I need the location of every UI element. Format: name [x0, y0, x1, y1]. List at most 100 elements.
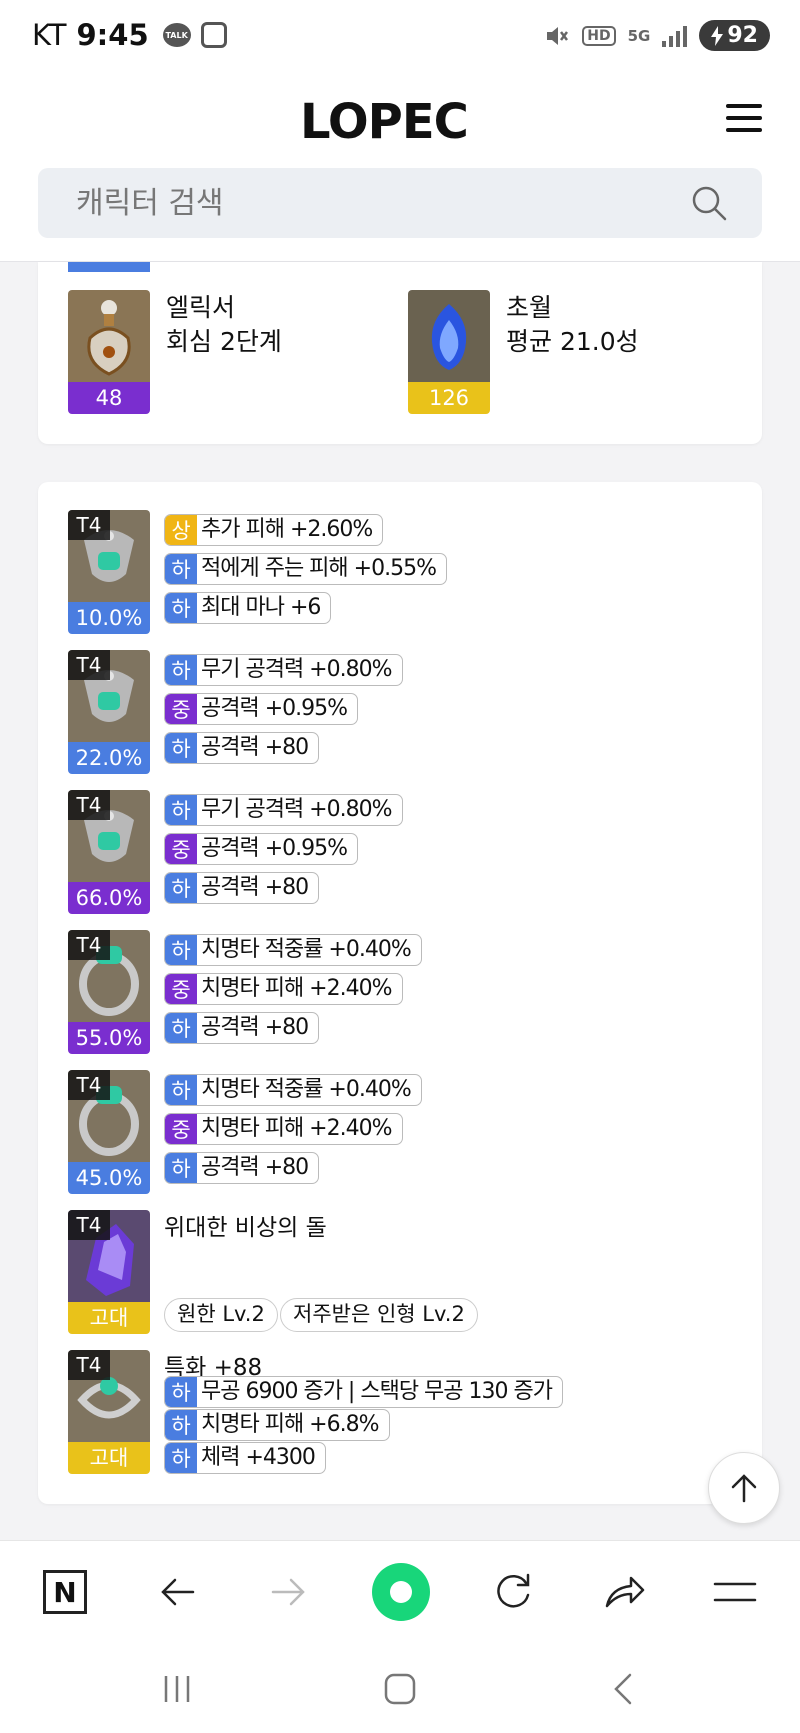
option-text: 체력 +4300 — [201, 1445, 316, 1470]
hd-icon: HD — [582, 25, 616, 46]
quality-bar: 10.0% — [68, 602, 150, 634]
character-search-bar — [38, 168, 762, 238]
kakaotalk-icon: TALK — [162, 23, 191, 47]
transcendence-detail: 평균 21.0성 — [506, 327, 639, 356]
elixir-detail: 회심 2단계 — [166, 327, 282, 356]
transcendence-tile: 126 — [408, 290, 490, 414]
tier-badge: T4 — [68, 1210, 110, 1240]
option-text: 치명타 피해 +6.8% — [201, 1412, 380, 1437]
option-text: 치명타 피해 +2.40% — [201, 976, 393, 1001]
share-button[interactable] — [596, 1563, 654, 1621]
tier-badge: T4 — [68, 1070, 110, 1100]
item-tile: T4 고대 — [68, 1210, 150, 1334]
grade-badge: 하 — [165, 554, 197, 584]
item-tile: T4 55.0% — [68, 930, 150, 1054]
system-nav-bar — [0, 1642, 800, 1733]
engraving-chip: 저주받은 인형 Lv.2 — [280, 1298, 478, 1332]
option-text: 무기 공격력 +0.80% — [201, 797, 393, 822]
option-text: 공격력 +0.95% — [201, 836, 348, 861]
grade-badge: 하 — [165, 1075, 197, 1105]
hamburger-menu-icon[interactable] — [726, 104, 762, 132]
recent-apps-icon — [164, 1676, 190, 1702]
option-text: 공격력 +80 — [201, 875, 309, 900]
arrow-right-icon — [271, 1578, 305, 1606]
grade-badge: 하 — [165, 733, 197, 763]
quality-bar: 22.0% — [68, 742, 150, 774]
tier-badge: T4 — [68, 510, 110, 540]
site-logo[interactable]: LOPEC — [300, 94, 500, 150]
option-chip: 하 치명타 피해 +6.8% — [164, 1409, 390, 1441]
home-square-icon — [384, 1673, 416, 1705]
option-text: 치명타 적중률 +0.40% — [201, 1077, 412, 1102]
option-chip: 중 치명타 피해 +2.40% — [164, 973, 403, 1005]
tier-badge: T4 — [68, 790, 110, 820]
character-search-input[interactable] — [76, 168, 676, 238]
elixir-tile: 48 — [68, 290, 150, 414]
battery-indicator: 92 — [699, 20, 770, 51]
grade-badge: 하 — [165, 935, 197, 965]
item-tile: T4 45.0% — [68, 1070, 150, 1194]
status-bar: KT 9:45 TALK HD 5G 92 — [0, 0, 800, 74]
back-button[interactable] — [148, 1563, 206, 1621]
grade-badge: 중 — [165, 974, 197, 1004]
browser-toolbar: N — [0, 1540, 800, 1642]
grade-badge: 하 — [165, 873, 197, 903]
option-chip: 하 무공 6900 증가 | 스택당 무공 130 증가 — [164, 1376, 563, 1408]
scroll-to-top-button[interactable] — [708, 1452, 780, 1524]
quality-bar: 고대 — [68, 1302, 150, 1334]
naver-home-button[interactable]: N — [36, 1563, 94, 1621]
elixir-name: 엘릭서 — [166, 293, 236, 322]
forward-button[interactable] — [260, 1563, 318, 1621]
screenshot-icon — [200, 22, 227, 48]
share-icon — [605, 1576, 645, 1608]
grade-badge: 하 — [165, 1013, 197, 1043]
option-text: 무공 6900 증가 | 스택당 무공 130 증가 — [201, 1379, 553, 1404]
green-dot-icon — [372, 1563, 430, 1621]
clipped-tile — [68, 262, 150, 272]
option-text: 적에게 주는 피해 +0.55% — [201, 556, 437, 581]
option-chip: 하 치명타 적중률 +0.40% — [164, 1074, 422, 1106]
transcendence-name: 초월 — [506, 293, 553, 322]
menu-lines-icon — [713, 1582, 757, 1602]
item-tile: T4 22.0% — [68, 650, 150, 774]
option-chip: 중 공격력 +0.95% — [164, 833, 359, 865]
engraving-chip: 원한 Lv.2 — [164, 1298, 278, 1332]
grade-badge: 하 — [165, 1153, 197, 1183]
option-chip: 하 치명타 적중률 +0.40% — [164, 934, 422, 966]
battery-level: 92 — [727, 23, 758, 48]
option-text: 공격력 +80 — [201, 1155, 309, 1180]
option-chip: 하 체력 +4300 — [164, 1442, 326, 1474]
charging-icon — [711, 25, 724, 46]
grade-badge: 하 — [165, 593, 197, 623]
stone-name: 위대한 비상의 돌 — [164, 1215, 327, 1241]
option-chip: 하 공격력 +80 — [164, 732, 320, 764]
home-button[interactable] — [375, 1664, 425, 1714]
carrier-label: KT — [32, 18, 67, 52]
mute-icon — [547, 26, 569, 45]
search-icon[interactable] — [690, 184, 728, 222]
option-text: 최대 마나 +6 — [201, 595, 321, 620]
elixir-level: 48 — [68, 382, 150, 414]
recent-apps-button[interactable] — [152, 1664, 202, 1714]
tier-badge: T4 — [68, 650, 110, 680]
transcendence-total: 126 — [408, 382, 490, 414]
signal-icon — [662, 25, 688, 47]
quality-bar: 66.0% — [68, 882, 150, 914]
option-chip: 하 공격력 +80 — [164, 872, 320, 904]
green-dot-button[interactable] — [372, 1563, 430, 1621]
grade-badge: 하 — [165, 655, 197, 685]
option-chip: 하 무기 공격력 +0.80% — [164, 654, 403, 686]
system-back-button[interactable] — [598, 1664, 648, 1714]
grade-badge: 하 — [165, 1443, 197, 1473]
chevron-left-icon — [614, 1673, 632, 1705]
option-chip: 상 추가 피해 +2.60% — [164, 514, 384, 546]
refresh-button[interactable] — [484, 1563, 542, 1621]
option-chip: 하 공격력 +80 — [164, 1012, 320, 1044]
browser-menu-button[interactable] — [706, 1563, 764, 1621]
screen: KT 9:45 TALK HD 5G 92 LOPEC 캐릭터 검색 48 엘릭… — [0, 0, 800, 1733]
refresh-icon — [497, 1573, 530, 1608]
grade-badge: 중 — [165, 694, 197, 724]
option-text: 공격력 +0.95% — [201, 696, 348, 721]
item-tile: T4 고대 — [68, 1350, 150, 1474]
option-chip: 하 무기 공격력 +0.80% — [164, 794, 403, 826]
